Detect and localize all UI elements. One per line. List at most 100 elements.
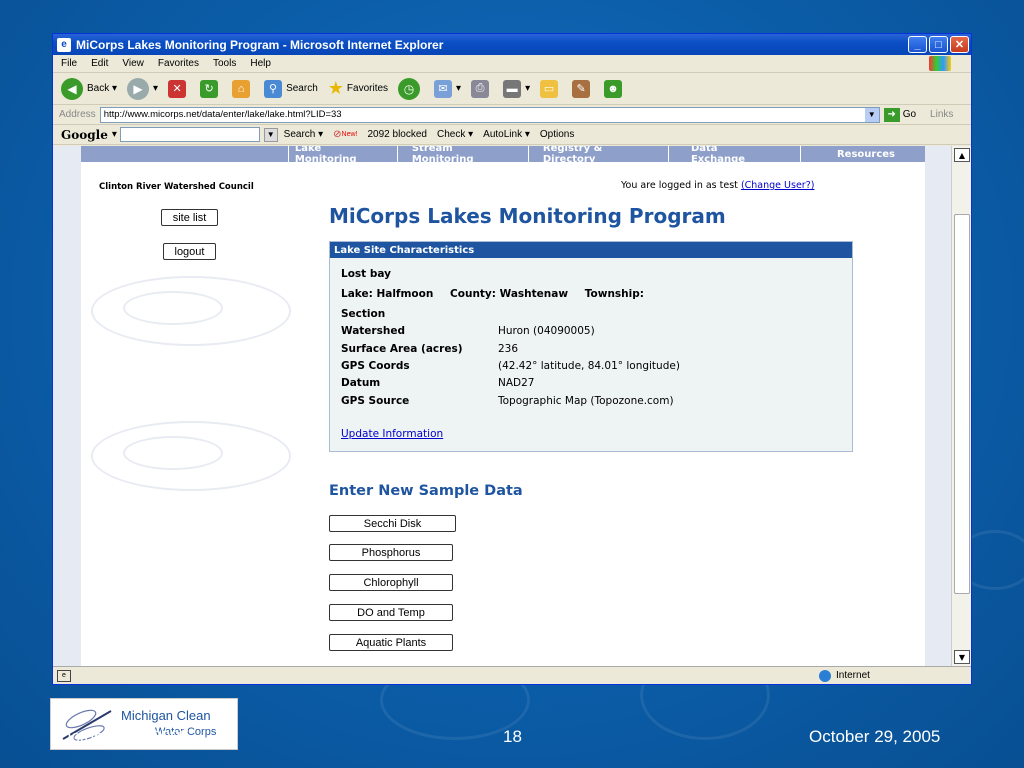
- field-row: Watershed Huron (04090005): [341, 325, 841, 337]
- new-badge: New!: [341, 131, 358, 138]
- menu-help[interactable]: Help: [250, 58, 271, 69]
- research-button[interactable]: ✎: [572, 79, 594, 98]
- county-name: County: Washtenaw: [450, 288, 569, 300]
- close-icon[interactable]: ✕: [950, 36, 969, 53]
- logout-button[interactable]: logout: [163, 243, 216, 260]
- popup-blocker-button[interactable]: 2092 blocked: [368, 129, 428, 140]
- nav-registry-directory[interactable]: Registry & Directory: [527, 146, 668, 165]
- links-button[interactable]: Links: [930, 109, 953, 120]
- section-row: Section: [341, 308, 385, 320]
- spell-check-button[interactable]: Check ▾: [437, 129, 473, 140]
- print-button[interactable]: ⎙: [471, 79, 493, 98]
- search-button[interactable]: ⚲ Search: [264, 79, 318, 98]
- chevron-down-icon[interactable]: ▼: [864, 107, 879, 122]
- phosphorus-button[interactable]: Phosphorus: [329, 544, 453, 561]
- organization-name: Clinton River Watershed Council: [99, 182, 254, 192]
- lake-characteristics-panel: Lake Site Characteristics Lost bay Lake:…: [329, 241, 853, 452]
- footer-date-right: October 29, 2005: [809, 727, 941, 746]
- edit-button[interactable]: ▬ ▾: [503, 79, 530, 98]
- section-label: Section: [341, 308, 386, 320]
- history-icon: ◷: [398, 77, 421, 100]
- field-label: GPS Coords: [341, 360, 410, 372]
- logged-in-text: You are logged in as test: [621, 180, 738, 191]
- google-toolbar: Google ▾ ▼ Search ▾ ⊘ New! 2092 blocked Ch…: [53, 125, 971, 145]
- windows-logo-icon: [929, 56, 951, 71]
- field-value: Huron (04090005): [498, 325, 595, 337]
- star-icon: ★: [327, 78, 344, 98]
- google-search-button[interactable]: Search ▾: [284, 129, 324, 140]
- logo-line1: Michigan Clean: [121, 708, 211, 723]
- site-list-button[interactable]: site list: [161, 209, 218, 226]
- chevron-down-icon[interactable]: ▼: [263, 127, 278, 142]
- autolink-label: AutoLink: [483, 129, 523, 140]
- scroll-up-icon[interactable]: ▲: [954, 148, 970, 162]
- chlorophyll-button[interactable]: Chlorophyll: [329, 574, 453, 591]
- login-status: You are logged in as test (Change User?): [621, 180, 814, 191]
- security-zone: Internet: [819, 669, 870, 682]
- google-search-input[interactable]: [119, 127, 260, 142]
- minimize-icon[interactable]: _: [908, 36, 927, 53]
- messenger-button[interactable]: ☻: [604, 79, 626, 98]
- home-button[interactable]: ⌂: [232, 79, 254, 98]
- menu-view[interactable]: View: [122, 58, 144, 69]
- maximize-icon[interactable]: □: [929, 36, 948, 53]
- scroll-thumb[interactable]: [954, 214, 970, 594]
- go-button[interactable]: ➜ Go: [883, 107, 917, 122]
- options-button[interactable]: Options: [540, 129, 574, 140]
- nav-stream-monitoring[interactable]: Stream Monitoring: [396, 146, 528, 165]
- address-input[interactable]: http://www.micorps.net/data/enter/lake/l…: [99, 106, 880, 123]
- address-url: http://www.micorps.net/data/enter/lake/l…: [103, 109, 342, 120]
- menu-tools[interactable]: Tools: [213, 58, 236, 69]
- google-logo[interactable]: Google: [61, 128, 108, 142]
- field-value: (42.42° latitude, 84.01° longitude): [498, 360, 680, 372]
- history-button[interactable]: ◷: [398, 77, 424, 100]
- autolink-button[interactable]: AutoLink ▾: [483, 129, 530, 140]
- field-label: GPS Source: [341, 395, 410, 407]
- folder-icon: ▭: [540, 79, 559, 98]
- secchi-disk-button[interactable]: Secchi Disk: [329, 515, 456, 532]
- print-icon: ⎙: [471, 79, 490, 98]
- mail-button[interactable]: ✉ ▾: [434, 79, 461, 98]
- forward-arrow-icon: ▶: [127, 77, 150, 100]
- new-feature-button[interactable]: ⊘ New!: [333, 129, 357, 140]
- field-row: Datum NAD27: [341, 377, 841, 389]
- aquatic-plants-button[interactable]: Aquatic Plants: [329, 634, 453, 651]
- menu-edit[interactable]: Edit: [91, 58, 108, 69]
- change-user-link[interactable]: (Change User?): [741, 180, 815, 191]
- left-margin: [53, 146, 81, 666]
- forward-button[interactable]: ▶ ▾: [127, 77, 158, 100]
- home-icon: ⌂: [232, 79, 251, 98]
- favorites-label: Favorites: [346, 83, 389, 94]
- field-label: Datum: [341, 377, 381, 389]
- toolbar: ◀ Back ▾ ▶ ▾ ✕ ↻ ⌂ ⚲ Search ★ Favorites ◷…: [53, 73, 971, 105]
- menu-file[interactable]: File: [61, 58, 77, 69]
- favorites-button[interactable]: ★ Favorites: [328, 78, 388, 99]
- back-arrow-icon: ◀: [61, 77, 83, 100]
- address-bar: Address http://www.micorps.net/data/ente…: [53, 105, 971, 125]
- field-label: Watershed: [341, 325, 405, 337]
- menu-favorites[interactable]: Favorites: [158, 58, 199, 69]
- go-label: Go: [902, 109, 917, 120]
- nav-resources[interactable]: Resources: [799, 146, 925, 162]
- vertical-scrollbar[interactable]: ▲ ▼: [951, 146, 971, 666]
- page-title: MiCorps Lakes Monitoring Program: [329, 204, 726, 228]
- location-line: Lake: Halfmoon County: Washtenaw Townshi…: [341, 288, 644, 300]
- slide-number: 18: [503, 727, 522, 746]
- check-label: Check: [437, 129, 466, 140]
- nav-data-exchange[interactable]: Data Exchange: [667, 146, 800, 165]
- nav-lake-monitoring[interactable]: Lake Monitoring: [287, 146, 397, 165]
- folder-button[interactable]: ▭: [540, 79, 562, 98]
- back-button[interactable]: ◀ Back ▾: [61, 77, 117, 100]
- field-value: 236: [498, 343, 519, 355]
- update-information-link[interactable]: Update Information: [341, 428, 443, 440]
- stop-button[interactable]: ✕: [168, 79, 190, 98]
- page-content: Lake Monitoring Stream Monitoring Regist…: [53, 146, 971, 666]
- field-value: Topographic Map (Topozone.com): [498, 395, 674, 407]
- right-margin: [925, 146, 951, 666]
- scroll-down-icon[interactable]: ▼: [954, 650, 970, 664]
- lake-name: Lake: Halfmoon: [341, 288, 434, 300]
- status-bar: e Internet: [53, 666, 971, 684]
- stop-icon: ✕: [168, 79, 187, 98]
- refresh-button[interactable]: ↻: [200, 79, 222, 98]
- do-and-temp-button[interactable]: DO and Temp: [329, 604, 453, 621]
